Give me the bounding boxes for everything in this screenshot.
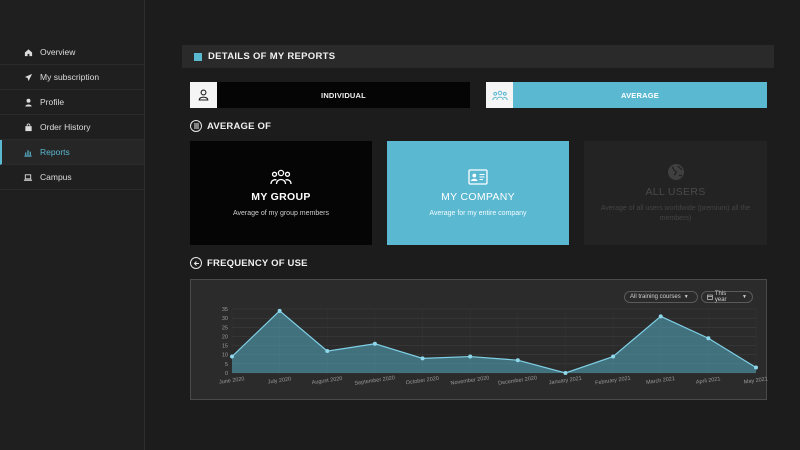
x-tick-label: October 2020 bbox=[405, 376, 439, 387]
x-tick-label: May 2021 bbox=[743, 376, 768, 385]
y-tick-label: 30 bbox=[222, 316, 228, 322]
y-tick-label: 25 bbox=[222, 325, 228, 331]
data-point bbox=[611, 354, 616, 359]
x-tick-label: February 2021 bbox=[595, 376, 631, 387]
users-group-icon bbox=[270, 167, 292, 187]
sidebar-item-profile[interactable]: Profile bbox=[0, 90, 144, 115]
sidebar-item-label: Order History bbox=[40, 122, 91, 132]
individual-toggle-button[interactable]: INDIVIDUAL bbox=[190, 82, 470, 108]
users-group-icon bbox=[486, 82, 513, 108]
user-outline-icon bbox=[190, 82, 217, 108]
data-point bbox=[325, 349, 330, 354]
x-tick-label: March 2021 bbox=[646, 376, 676, 386]
individual-label: INDIVIDUAL bbox=[321, 90, 366, 100]
sidebar-item-label: Campus bbox=[40, 172, 72, 182]
y-tick-label: 35 bbox=[222, 307, 228, 313]
x-tick-label: July 2020 bbox=[267, 376, 291, 385]
sidebar-item-my-subscription[interactable]: My subscription bbox=[0, 65, 144, 90]
x-tick-label: June 2020 bbox=[219, 376, 245, 386]
x-tick-label: November 2020 bbox=[450, 375, 490, 386]
id-card-icon bbox=[468, 167, 488, 187]
card-description: Average of my group members bbox=[233, 209, 329, 217]
sidebar-item-campus[interactable]: Campus bbox=[0, 165, 144, 190]
card-all-users: ALL USERS Average of all users worldwide… bbox=[584, 141, 767, 245]
data-point bbox=[658, 314, 663, 319]
user-icon bbox=[22, 96, 34, 108]
y-tick-label: 10 bbox=[222, 353, 228, 359]
sidebar-item-label: Reports bbox=[40, 147, 70, 157]
sidebar: Overview My subscription Profile Order H… bbox=[0, 0, 145, 450]
data-point bbox=[515, 358, 520, 363]
y-tick-label: 20 bbox=[222, 334, 228, 340]
data-point bbox=[230, 354, 234, 359]
x-tick-label: April 2021 bbox=[696, 376, 721, 385]
card-title: MY GROUP bbox=[251, 190, 311, 203]
card-title: ALL USERS bbox=[645, 185, 706, 198]
x-tick-label: December 2020 bbox=[498, 375, 538, 386]
sidebar-item-order-history[interactable]: Order History bbox=[0, 115, 144, 140]
data-point bbox=[754, 365, 758, 370]
average-of-heading: AVERAGE OF bbox=[190, 120, 271, 132]
data-point bbox=[706, 336, 711, 341]
sidebar-item-label: Profile bbox=[40, 97, 65, 107]
x-tick-label: August 2020 bbox=[311, 376, 342, 386]
page-title-bar: DETAILS OF MY REPORTS bbox=[182, 45, 774, 68]
card-my-group[interactable]: MY GROUP Average of my group members bbox=[190, 141, 372, 245]
frequency-chart: All training courses ▼ This year ▼ 0 5 10 1… bbox=[190, 279, 768, 400]
home-icon bbox=[22, 46, 34, 58]
data-point bbox=[372, 341, 377, 346]
area-fill bbox=[232, 310, 756, 373]
data-point bbox=[277, 308, 282, 313]
y-tick-label: 15 bbox=[222, 344, 228, 350]
frequency-title: FREQUENCY OF USE bbox=[207, 257, 308, 269]
arrow-left-circle-icon bbox=[190, 257, 202, 269]
globe-icon bbox=[667, 162, 685, 182]
average-toggle-button[interactable]: AVERAGE bbox=[486, 82, 767, 108]
bar-chart-icon bbox=[22, 146, 34, 158]
card-title: MY COMPANY bbox=[441, 190, 515, 203]
sidebar-item-reports[interactable]: Reports bbox=[0, 140, 144, 165]
x-tick-label: January 2021 bbox=[548, 376, 582, 387]
frequency-heading: FREQUENCY OF USE bbox=[190, 257, 308, 269]
card-my-company[interactable]: MY COMPANY Average for my entire company bbox=[387, 141, 569, 245]
paper-plane-icon bbox=[22, 71, 34, 83]
card-description: Average of all users worldwide (premium)… bbox=[600, 204, 751, 222]
average-label: AVERAGE bbox=[621, 90, 659, 100]
laptop-icon bbox=[22, 171, 34, 183]
average-of-title: AVERAGE OF bbox=[207, 120, 272, 132]
page-title: DETAILS OF MY REPORTS bbox=[208, 51, 336, 62]
sidebar-item-label: Overview bbox=[40, 47, 76, 57]
sidebar-item-overview[interactable]: Overview bbox=[0, 40, 144, 65]
list-circle-icon bbox=[190, 120, 202, 132]
square-icon bbox=[194, 52, 202, 61]
data-point bbox=[563, 371, 568, 375]
x-tick-label: September 2020 bbox=[354, 375, 395, 387]
y-tick-label: 5 bbox=[225, 362, 228, 368]
area-chart: 0 5 10 15 20 25 30 35 June 2020 July 2020 August 2… bbox=[219, 307, 768, 387]
sidebar-item-label: My subscription bbox=[40, 72, 100, 82]
y-tick-label: 0 bbox=[225, 371, 228, 377]
data-point bbox=[420, 356, 425, 361]
card-description: Average for my entire company bbox=[429, 209, 527, 217]
data-point bbox=[468, 354, 473, 359]
shopping-bag-icon bbox=[22, 121, 34, 133]
